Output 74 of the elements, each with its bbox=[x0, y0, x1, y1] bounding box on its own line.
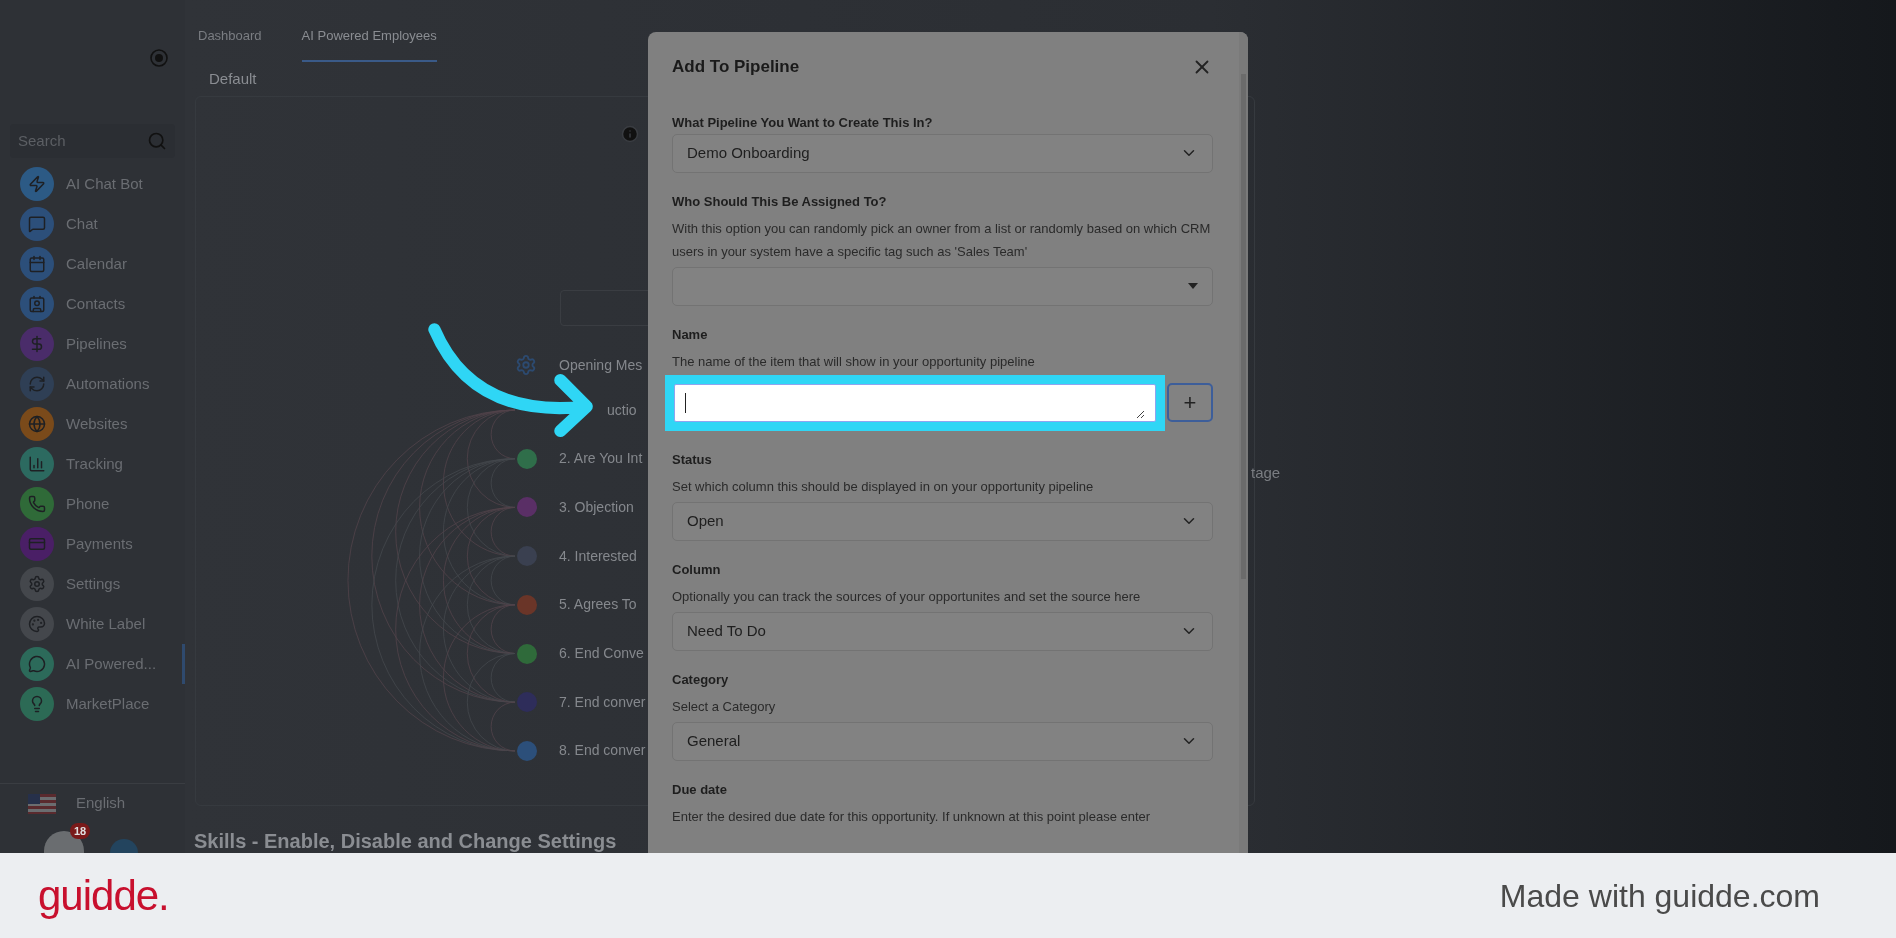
node-label: Opening Mes bbox=[559, 355, 643, 375]
sidebar-item[interactable]: AI Chat Bot bbox=[0, 164, 185, 204]
text-cursor bbox=[685, 392, 686, 413]
sidebar-item[interactable]: Automations bbox=[0, 364, 185, 404]
field-label: Status bbox=[672, 450, 713, 469]
add-button[interactable]: + bbox=[1167, 383, 1213, 422]
palette-icon bbox=[28, 615, 46, 633]
tab[interactable]: Dashboard bbox=[198, 26, 262, 62]
search-icon[interactable] bbox=[147, 131, 167, 151]
field-description: With this option you can randomly pick an owner from a list or randomly based on which CRM users in your system have a specific tag such as 'Sales Team' bbox=[672, 219, 1212, 261]
dropdown-triangle-icon bbox=[1188, 283, 1198, 289]
message-icon bbox=[28, 655, 46, 673]
brand-logo[interactable]: guidde. bbox=[38, 864, 169, 927]
banner-text: Made with guidde.com bbox=[1499, 876, 1820, 916]
sidebar-item[interactable]: Payments bbox=[0, 524, 185, 564]
resize-grip-icon bbox=[1135, 408, 1145, 419]
field-label: Who Should This Be Assigned To? bbox=[672, 192, 888, 211]
bolt-icon bbox=[28, 175, 46, 193]
field-label: What Pipeline You Want to Create This In? bbox=[672, 113, 934, 132]
select-field[interactable]: Demo Onboarding bbox=[672, 133, 1213, 173]
sidebar-item[interactable]: Contacts bbox=[0, 284, 185, 324]
notification-badge: 18 bbox=[70, 823, 91, 839]
sub-tab[interactable]: Default bbox=[209, 67, 257, 90]
sidebar-item[interactable]: Settings bbox=[0, 564, 185, 604]
sidebar-item[interactable]: Tracking bbox=[0, 444, 185, 484]
calendar-icon bbox=[28, 255, 46, 273]
tab[interactable]: AI Powered Employees bbox=[301, 26, 437, 62]
field-description: Select a Category bbox=[672, 697, 777, 716]
settings-icon[interactable] bbox=[515, 354, 537, 376]
node-label: uctio bbox=[607, 400, 637, 420]
field-description: Optionally you can track the sources of your opportunites and set the source here bbox=[672, 587, 1142, 606]
node-label: 7. End conver bbox=[559, 692, 646, 712]
sidebar-item[interactable]: Pipelines bbox=[0, 324, 185, 364]
field-description: Set which column this should be displayed in on your opportunity pipeline bbox=[672, 477, 1095, 496]
select-field[interactable]: General bbox=[672, 721, 1213, 761]
field-label: Category bbox=[672, 670, 730, 689]
sidebar-item[interactable]: Websites bbox=[0, 404, 185, 444]
sidebar-item[interactable]: Phone bbox=[0, 484, 185, 524]
field-description: Enter the desired due date for this opportunity. If unknown at this point please enter bbox=[672, 807, 1152, 826]
node-label: 5. Agrees To bbox=[559, 595, 637, 615]
record-icon[interactable] bbox=[149, 48, 169, 68]
globe-icon bbox=[28, 415, 46, 433]
sidebar-item[interactable]: White Label bbox=[0, 604, 185, 644]
settings-icon bbox=[28, 575, 46, 593]
language-label[interactable]: English bbox=[76, 792, 126, 815]
select-field[interactable]: Open bbox=[672, 501, 1213, 541]
node-label: 2. Are You Int bbox=[559, 449, 643, 469]
field-label: Name bbox=[672, 325, 709, 344]
section-heading: Skills - Enable, Disable and Change Settings bbox=[194, 829, 617, 853]
field-label: Column bbox=[672, 560, 722, 579]
contact-card-icon bbox=[28, 295, 46, 313]
sidebar-item[interactable]: Chat bbox=[0, 204, 185, 244]
select-field[interactable]: Need To Do bbox=[672, 611, 1213, 651]
node-label: 4. Interested bbox=[559, 546, 637, 566]
stage-text: tage bbox=[1251, 463, 1281, 483]
field-description: The name of the item that will show in your opportunity pipeline bbox=[672, 352, 1036, 371]
name-input[interactable] bbox=[674, 383, 1156, 422]
sidebar-item[interactable]: MarketPlace bbox=[0, 684, 185, 724]
modal-title: Add To Pipeline bbox=[672, 56, 800, 78]
bar-chart-icon bbox=[28, 455, 46, 473]
help-button[interactable] bbox=[110, 839, 139, 853]
scrollbar[interactable] bbox=[1239, 32, 1248, 853]
select-field[interactable] bbox=[672, 266, 1213, 306]
credit-card-icon bbox=[28, 535, 46, 553]
chat-icon bbox=[28, 215, 46, 233]
info-icon[interactable] bbox=[621, 125, 639, 143]
node-label: 6. End Conve bbox=[559, 644, 644, 663]
node-label: 3. Objection bbox=[559, 497, 634, 517]
cycle-icon bbox=[28, 375, 46, 393]
flag-icon bbox=[28, 793, 56, 814]
phone-icon bbox=[28, 495, 46, 513]
node-label: 8. End conver bbox=[559, 741, 646, 761]
sidebar-item[interactable]: Calendar bbox=[0, 244, 185, 284]
field-label: Due date bbox=[672, 780, 728, 799]
